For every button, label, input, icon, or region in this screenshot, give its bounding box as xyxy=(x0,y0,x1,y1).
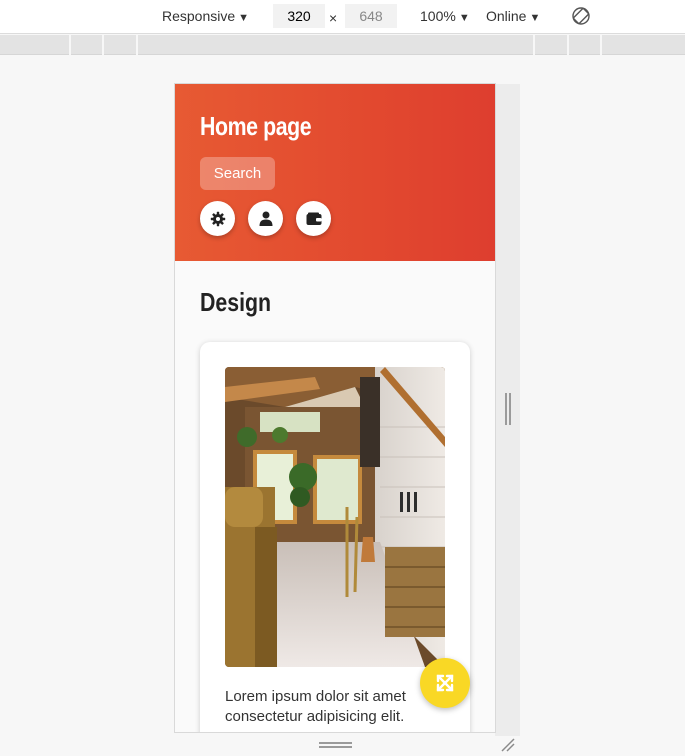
dropdown-arrow-icon: ▼ xyxy=(529,12,541,24)
wallet-button[interactable] xyxy=(296,201,331,236)
media-query-marker xyxy=(136,35,138,55)
expand-icon xyxy=(436,674,454,692)
network-select[interactable]: Online ▼ xyxy=(486,8,540,24)
dropdown-arrow-icon: ▼ xyxy=(238,12,250,24)
gear-icon xyxy=(210,211,225,226)
device-select[interactable]: Responsive ▼ xyxy=(162,8,249,24)
zoom-select[interactable]: 100% ▼ xyxy=(420,8,470,24)
resize-handle-right[interactable] xyxy=(505,393,511,425)
wallet-icon xyxy=(306,212,321,225)
device-viewport: Home page Search Design Lorem ipsum dolo… xyxy=(175,84,495,732)
profile-button[interactable] xyxy=(248,201,283,236)
media-query-marker xyxy=(600,35,602,55)
rotate-icon[interactable] xyxy=(571,6,591,26)
dropdown-arrow-icon: ▼ xyxy=(458,12,470,24)
media-query-marker xyxy=(69,35,71,55)
resize-handle-bottom[interactable] xyxy=(319,742,352,748)
dimension-separator: × xyxy=(329,10,338,26)
card-description: Lorem ipsum dolor sit amet consectetur a… xyxy=(225,688,406,725)
expand-fab[interactable] xyxy=(420,658,470,708)
living-room-photo xyxy=(225,367,445,667)
network-select-label: Online xyxy=(486,8,527,24)
devtools-toolbar: Responsive ▼ 320 × 648 100% ▼ Online ▼ xyxy=(0,0,685,34)
resize-corner-icon[interactable] xyxy=(500,737,515,752)
page-header: Home page Search xyxy=(175,84,495,261)
section-title: Design xyxy=(200,287,272,317)
device-select-label: Responsive xyxy=(162,8,236,24)
page-title: Home page xyxy=(200,111,312,141)
user-icon xyxy=(259,211,272,226)
width-input[interactable]: 320 xyxy=(273,4,325,28)
zoom-select-label: 100% xyxy=(420,8,456,24)
media-query-bar[interactable] xyxy=(0,35,685,55)
settings-button[interactable] xyxy=(200,201,235,236)
media-query-marker xyxy=(567,35,569,55)
height-input[interactable]: 648 xyxy=(345,4,397,28)
search-button[interactable]: Search xyxy=(200,157,275,190)
media-query-marker xyxy=(102,35,104,55)
media-query-marker xyxy=(533,35,535,55)
